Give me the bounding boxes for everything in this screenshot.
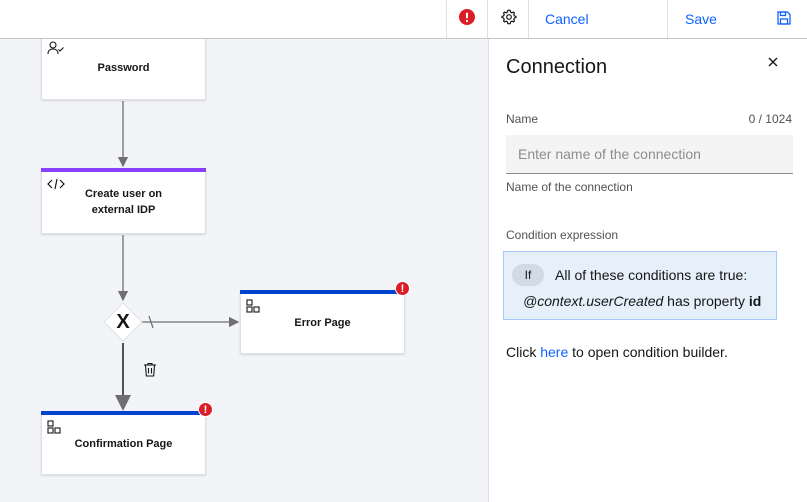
node-accent-stripe bbox=[41, 168, 206, 172]
top-toolbar: Cancel Save bbox=[0, 0, 807, 39]
builder-hint-prefix: Click bbox=[506, 344, 537, 360]
if-tag: If bbox=[512, 264, 544, 286]
error-filled-icon bbox=[459, 8, 475, 30]
node-create-user-title-1: Create user on bbox=[84, 188, 163, 200]
condition-expression-box[interactable]: If All of these conditions are true: @co… bbox=[503, 251, 777, 320]
condition-expression-label: Condition expression bbox=[506, 228, 619, 242]
floppy-disk-icon bbox=[777, 11, 791, 28]
node-password[interactable]: Password bbox=[41, 39, 206, 100]
condition-builder-hint: Click here to open condition builder. bbox=[506, 344, 728, 360]
node-accent-stripe bbox=[41, 411, 206, 415]
connection-properties-panel: Connection Name 0 / 1024 Name of the con… bbox=[488, 39, 807, 502]
name-helper-text: Name of the connection bbox=[506, 180, 633, 194]
condition-heading: All of these conditions are true: bbox=[555, 267, 748, 283]
node-error-page[interactable]: Error Page ! bbox=[240, 281, 410, 354]
settings-button[interactable] bbox=[489, 0, 529, 38]
trash-can-icon[interactable] bbox=[143, 362, 157, 382]
close-button[interactable] bbox=[763, 53, 783, 73]
node-accent-stripe bbox=[240, 290, 405, 294]
node-error-badge[interactable]: ! bbox=[395, 281, 410, 296]
open-condition-builder-link[interactable]: here bbox=[540, 344, 568, 360]
condition-rule: @context.userCreated has property id bbox=[523, 293, 761, 309]
node-password-title: Password bbox=[97, 62, 150, 74]
builder-hint-suffix: to open condition builder. bbox=[572, 344, 728, 360]
node-error-badge[interactable]: ! bbox=[198, 402, 213, 417]
gear-icon bbox=[500, 9, 517, 30]
cancel-button[interactable]: Cancel bbox=[530, 0, 668, 38]
condition-property: id bbox=[748, 293, 762, 309]
node-create-user[interactable]: Create user on external IDP bbox=[41, 168, 206, 234]
condition-operator: has property bbox=[667, 293, 745, 309]
panel-title: Connection bbox=[506, 56, 608, 78]
name-field-label: Name bbox=[506, 112, 539, 126]
close-icon bbox=[768, 54, 778, 72]
connection-name-input[interactable] bbox=[506, 135, 793, 174]
node-confirmation-page[interactable]: Confirmation Page ! bbox=[41, 402, 213, 475]
user-check-icon bbox=[47, 41, 65, 60]
save-button-label: Save bbox=[685, 11, 717, 27]
node-error-page-title: Error Page bbox=[294, 317, 351, 329]
toolbar-spacer bbox=[0, 0, 447, 38]
node-create-user-title-2: external IDP bbox=[91, 204, 156, 216]
name-char-count: 0 / 1024 bbox=[748, 112, 792, 126]
save-button[interactable]: Save bbox=[669, 0, 807, 38]
error-indicator-button[interactable] bbox=[447, 0, 488, 38]
gateway-x-label: X bbox=[116, 311, 130, 333]
condition-subject: @context.userCreated bbox=[523, 293, 664, 309]
node-confirmation-page-title: Confirmation Page bbox=[74, 438, 173, 450]
flow-canvas[interactable]: Password Create user on external IDP X E… bbox=[0, 39, 488, 502]
